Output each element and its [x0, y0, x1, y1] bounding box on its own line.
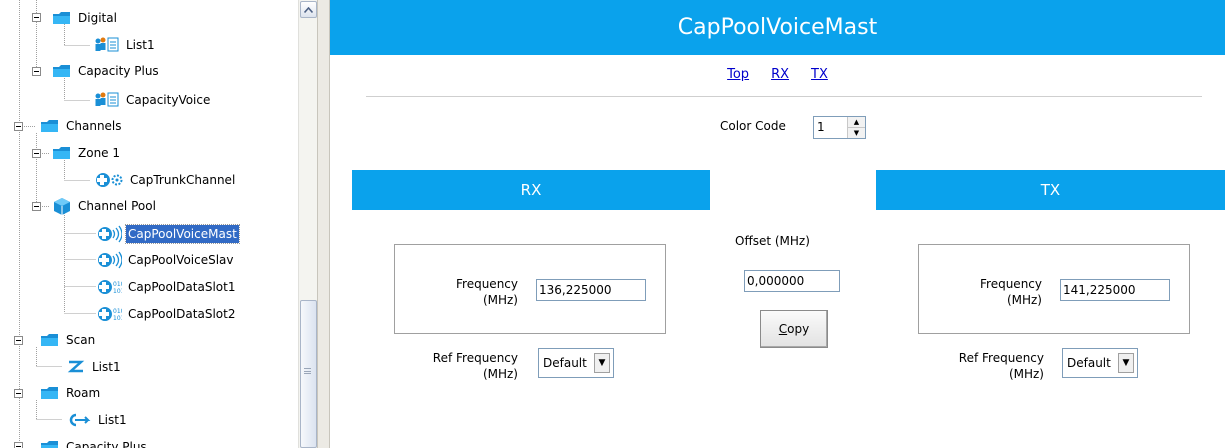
channel-editor: CapPoolVoiceMast Top RX TX Color Code 1 …: [330, 0, 1225, 448]
svg-text:101: 101: [113, 315, 122, 322]
scan-list-icon: [67, 360, 85, 373]
offset-label: Offset (MHz): [735, 234, 810, 248]
tree-node-cap-pool-voice-slav[interactable]: CapPoolVoiceSlav: [96, 250, 236, 270]
cube-icon: [54, 198, 70, 215]
chevron-up-icon: [304, 6, 313, 13]
tree-node-channel-pool[interactable]: Channel Pool: [52, 196, 158, 216]
copy-button[interactable]: Copy: [760, 310, 828, 348]
voice-channel-icon: [98, 225, 122, 243]
tree-node-capacity-plus[interactable]: Capacity Plus: [52, 61, 161, 81]
spin-up-icon[interactable]: ▲: [848, 117, 865, 127]
rx-frequency-label: Frequency (MHz): [456, 277, 518, 307]
tree-node-capacity-voice[interactable]: CapacityVoice: [94, 90, 212, 110]
tree-node-cap-pool-voice-mast[interactable]: CapPoolVoiceMast: [96, 224, 240, 244]
rx-section-header: RX: [352, 170, 710, 210]
tree-node-scan[interactable]: Scan: [40, 330, 97, 350]
tree-node-channels[interactable]: Channels: [40, 116, 124, 136]
folder-icon: [53, 65, 70, 77]
tx-section-header: TX: [876, 170, 1225, 210]
folder-icon: [41, 441, 58, 448]
scroll-thumb[interactable]: [300, 300, 317, 448]
expander-capacity-plus[interactable]: [32, 67, 41, 76]
color-code-value[interactable]: 1: [814, 117, 847, 138]
svg-text:010: 010: [113, 308, 122, 315]
page-title: CapPoolVoiceMast: [330, 0, 1225, 55]
tree-node-cap-pool-data-slot2[interactable]: 010101 CapPoolDataSlot2: [96, 304, 237, 324]
tree-scrollbar[interactable]: [298, 0, 317, 448]
rx-ref-frequency-select[interactable]: Default ▼: [538, 348, 614, 378]
tree-node-cap-pool-data-slot1[interactable]: 010101 CapPoolDataSlot1: [96, 277, 237, 297]
talkgroup-list-icon: [95, 37, 119, 52]
rx-ref-frequency-value: Default: [543, 356, 587, 370]
scroll-up-button[interactable]: [300, 1, 317, 18]
spin-down-icon[interactable]: ▼: [848, 127, 865, 138]
voice-channel-icon: [98, 251, 122, 269]
roam-list-icon: [69, 413, 91, 427]
folder-icon: [53, 12, 70, 24]
tx-ref-frequency-label: Ref Frequency (MHz): [958, 351, 1044, 381]
dropdown-arrow-icon[interactable]: ▼: [594, 353, 610, 373]
expander-zone-1[interactable]: [32, 149, 41, 158]
nav-link-tx[interactable]: TX: [811, 67, 828, 82]
expander-channels[interactable]: [14, 122, 23, 131]
expander-roam[interactable]: [14, 389, 23, 398]
trunk-channel-icon: [96, 173, 123, 188]
tree-node-roam-list1[interactable]: List1: [66, 410, 129, 430]
expander-capacity-plus-2[interactable]: [14, 442, 23, 448]
tree-node-list1-digital[interactable]: List1: [94, 35, 157, 55]
talkgroup-list-icon: [95, 92, 119, 107]
data-channel-icon: 010101: [98, 307, 122, 322]
svg-text:101: 101: [113, 288, 122, 295]
navigation-tree[interactable]: Digital List1 Capacity Plus CapacityVoic…: [0, 0, 298, 448]
expander-scan[interactable]: [14, 336, 23, 345]
tx-ref-frequency-select[interactable]: Default ▼: [1062, 348, 1138, 378]
folder-icon: [41, 120, 58, 132]
nav-link-rx[interactable]: RX: [771, 67, 789, 82]
folder-icon: [53, 147, 70, 159]
color-code-label: Color Code: [720, 119, 786, 133]
tx-ref-frequency-value: Default: [1067, 356, 1111, 370]
dropdown-arrow-icon[interactable]: ▼: [1118, 353, 1134, 373]
rx-frequency-input[interactable]: 136,225000: [536, 279, 646, 301]
expander-digital[interactable]: [32, 13, 41, 22]
rx-ref-frequency-label: Ref Frequency (MHz): [432, 351, 518, 381]
divider-line: [366, 96, 1202, 97]
expander-channel-pool[interactable]: [32, 202, 41, 211]
tree-node-roam[interactable]: Roam: [40, 383, 102, 403]
tree-node-digital[interactable]: Digital: [52, 8, 119, 28]
tx-frequency-input[interactable]: 141,225000: [1060, 279, 1170, 301]
folder-icon: [41, 334, 58, 346]
tx-frequency-label: Frequency (MHz): [980, 277, 1042, 307]
tree-node-capacity-plus-2[interactable]: Capacity Plus: [40, 437, 149, 448]
folder-icon: [41, 387, 58, 399]
tree-node-zone-1[interactable]: Zone 1: [52, 143, 122, 163]
scroll-grip-icon: [304, 368, 311, 374]
svg-text:010: 010: [113, 281, 122, 288]
tree-node-scan-list1[interactable]: List1: [66, 357, 123, 377]
offset-input[interactable]: 0,000000: [744, 270, 840, 292]
tree-node-cap-trunk-channel[interactable]: CapTrunkChannel: [94, 170, 237, 190]
data-channel-icon: 010101: [98, 280, 122, 295]
panel-splitter[interactable]: [317, 0, 330, 448]
section-nav: Top RX TX: [330, 67, 1225, 82]
color-code-spinner[interactable]: 1 ▲ ▼: [813, 116, 866, 139]
nav-link-top[interactable]: Top: [727, 67, 749, 82]
